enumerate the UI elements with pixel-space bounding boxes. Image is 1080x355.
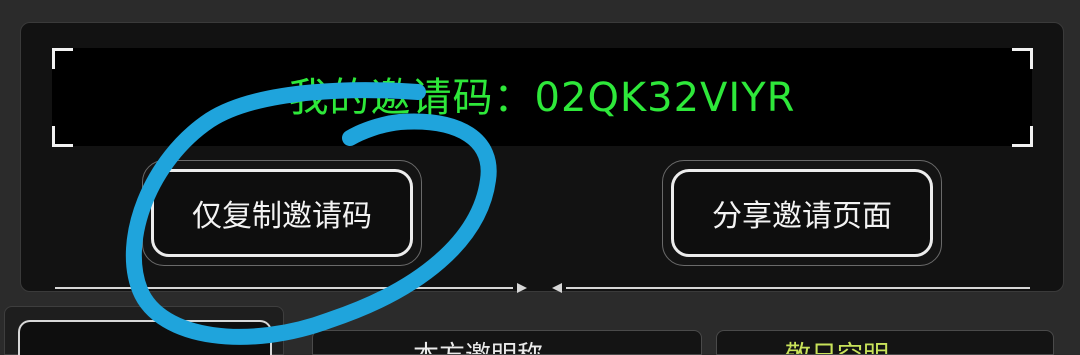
hand-drawn-circle-annotation xyxy=(125,82,497,345)
